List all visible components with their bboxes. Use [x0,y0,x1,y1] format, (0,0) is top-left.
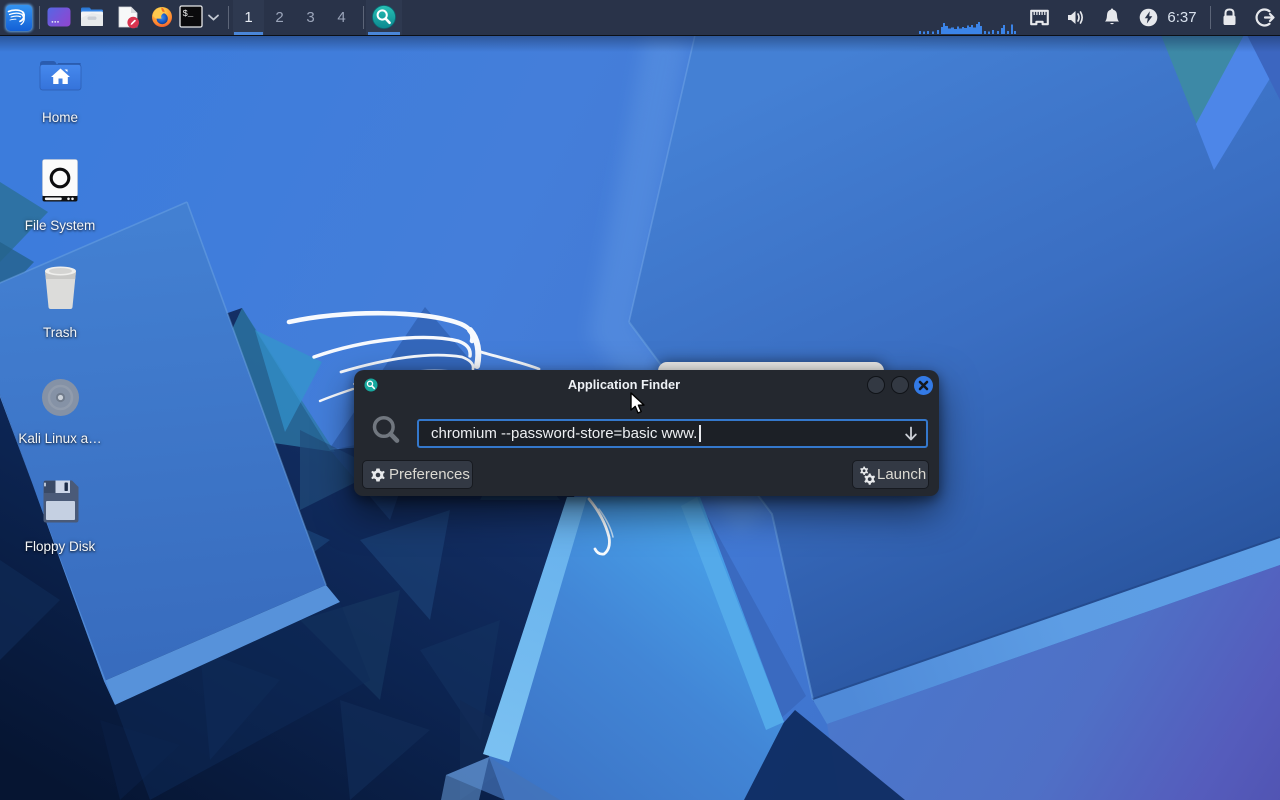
svg-text:$_: $_ [183,9,194,19]
